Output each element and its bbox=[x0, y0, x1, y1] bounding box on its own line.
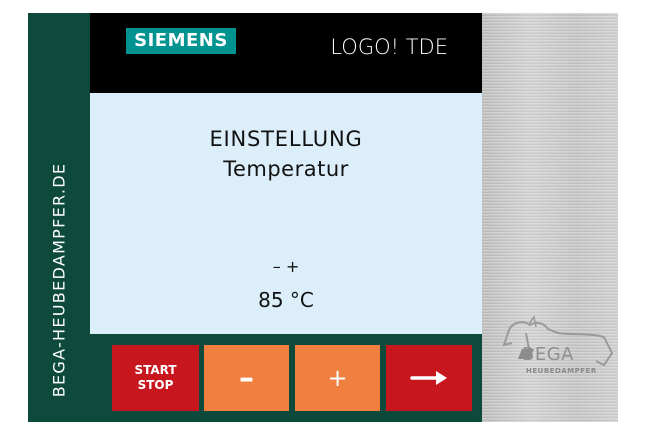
brushed-metal-panel: BEGA HEUBEDAMPFER bbox=[482, 13, 618, 422]
siemens-logo: SIEMENS bbox=[126, 28, 236, 54]
arrow-right-icon bbox=[410, 371, 447, 385]
plus-label: + bbox=[327, 364, 348, 392]
model-title: LOGO! TDE bbox=[330, 35, 448, 59]
sidebar: BEGA-HEUBEDAMPFER.DE bbox=[28, 13, 90, 422]
temperature-value: 85 °C bbox=[258, 288, 314, 312]
website-label: BEGA-HEUBEDAMPFER.DE bbox=[49, 162, 69, 398]
increase-button[interactable]: + bbox=[295, 345, 380, 411]
display-screen: EINSTELLUNG Temperatur – + 85 °C bbox=[90, 93, 482, 334]
adjust-hint: – + bbox=[272, 257, 300, 276]
decrease-button[interactable]: – bbox=[204, 345, 289, 411]
stop-label: STOP bbox=[137, 378, 174, 392]
bega-brand-text: BEGA bbox=[522, 344, 574, 365]
start-stop-button[interactable]: START STOP bbox=[112, 345, 199, 411]
screen-title: EINSTELLUNG bbox=[209, 127, 363, 151]
text-display-device: SIEMENS LOGO! TDE EINSTELLUNG Temperatur… bbox=[90, 13, 482, 422]
screen-subtitle: Temperatur bbox=[223, 157, 349, 181]
logo-tde-panel: BEGA-HEUBEDAMPFER.DE SIEMENS LOGO! TDE E… bbox=[28, 13, 618, 422]
minus-label: – bbox=[239, 360, 254, 396]
start-label: START bbox=[134, 363, 177, 377]
bega-subtitle: HEUBEDAMPFER bbox=[526, 367, 597, 375]
next-button[interactable] bbox=[386, 345, 472, 411]
device-header: SIEMENS LOGO! TDE bbox=[90, 13, 482, 93]
